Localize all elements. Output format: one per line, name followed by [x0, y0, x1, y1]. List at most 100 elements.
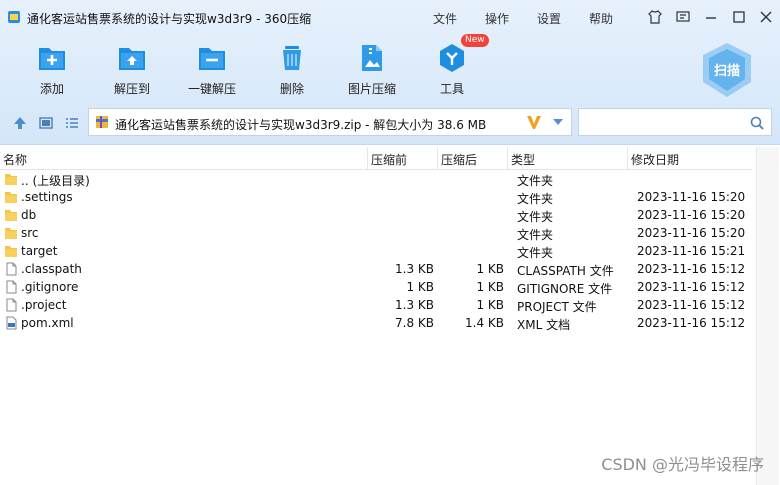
file-row[interactable]: pom.xml 7.8 KB 1.4 KB XML 文档 2023-11-16 15:1…	[0, 314, 752, 332]
file-icon	[4, 262, 18, 276]
column-divider[interactable]	[367, 147, 368, 169]
file-size-after: 1 KB	[476, 262, 504, 276]
file-type: CLASSPATH 文件	[517, 264, 614, 278]
file-row[interactable]: db 文件夹 2023-11-16 15:20	[0, 206, 752, 224]
column-divider[interactable]	[437, 147, 438, 169]
archive-path: 通化客运站售票系统的设计与实现w3d3r9.zip - 解包大小为 38.6 M…	[115, 118, 487, 132]
title-bar: 通化客运站售票系统的设计与实现w3d3r9 - 360压缩 文件 操作 设置 帮…	[0, 0, 780, 34]
scan-button[interactable]: 扫描	[698, 40, 756, 100]
file-name: pom.xml	[21, 316, 74, 330]
thumbnail-view-icon[interactable]	[38, 115, 54, 131]
watermark: CSDN @光冯毕设程序	[601, 455, 764, 474]
feedback-icon[interactable]	[675, 9, 691, 25]
column-compressed-after[interactable]: 压缩后	[441, 151, 477, 168]
file-type: PROJECT 文件	[517, 300, 597, 314]
add-button[interactable]: 添加	[21, 40, 83, 96]
file-size-after: 1 KB	[476, 280, 504, 294]
app-logo-icon	[7, 10, 21, 24]
file-name: .settings	[21, 190, 73, 204]
file-size-before: 1 KB	[406, 280, 434, 294]
vertical-scrollbar[interactable]	[756, 147, 779, 485]
delete-button[interactable]: 删除	[261, 40, 323, 96]
file-date: 2023-11-16 15:20	[637, 226, 746, 240]
list-view-icon[interactable]	[64, 115, 80, 131]
image-compress-button[interactable]: 图片压缩	[341, 40, 403, 96]
file-icon	[4, 280, 18, 294]
file-name: .gitignore	[21, 280, 79, 294]
file-name: src	[21, 226, 39, 240]
file-name: .project	[21, 298, 67, 312]
file-row[interactable]: .project 1.3 KB 1 KB PROJECT 文件 2023-11-16 1…	[0, 296, 752, 314]
file-row[interactable]: .gitignore 1 KB 1 KB GITIGNORE 文件 2023-11-16…	[0, 278, 752, 296]
file-row[interactable]: .classpath 1.3 KB 1 KB CLASSPATH 文件 2023-11-…	[0, 260, 752, 278]
file-date: 2023-11-16 15:12	[637, 262, 746, 276]
one-click-extract-icon	[196, 42, 228, 74]
file-type: 文件夹	[517, 192, 554, 206]
column-compressed-before[interactable]: 压缩前	[371, 151, 407, 168]
folder-icon	[4, 226, 18, 240]
header-band: 通化客运站售票系统的设计与实现w3d3r9 - 360压缩 文件 操作 设置 帮…	[0, 0, 780, 145]
file-name: .classpath	[21, 262, 82, 276]
file-date: 2023-11-16 15:12	[637, 316, 746, 330]
search-box[interactable]	[578, 108, 772, 136]
file-date: 2023-11-16 15:12	[637, 280, 746, 294]
column-name[interactable]: 名称	[3, 151, 27, 168]
file-list: .. (上级目录) 文件夹 .settings 文件夹 2023-11-16 15:20…	[0, 170, 752, 332]
new-badge: New	[461, 34, 489, 47]
recycle-bin-icon	[276, 42, 308, 74]
folder-icon	[4, 244, 18, 258]
tools-button[interactable]: New 工具	[421, 34, 489, 96]
file-date: 2023-11-16 15:20	[637, 190, 746, 204]
file-size-before: 7.8 KB	[395, 316, 434, 330]
file-date: 2023-11-16 15:12	[637, 298, 746, 312]
file-type: 文件夹	[517, 210, 554, 224]
file-type: 文件夹	[517, 228, 554, 242]
file-icon	[4, 298, 18, 312]
file-row[interactable]: .settings 文件夹 2023-11-16 15:20	[0, 188, 752, 206]
add-icon	[36, 42, 68, 74]
menu-operate[interactable]: 操作	[485, 10, 509, 27]
minimize-icon[interactable]	[703, 9, 719, 25]
column-divider[interactable]	[627, 147, 628, 169]
column-modified[interactable]: 修改日期	[631, 151, 679, 168]
skin-shirt-icon[interactable]	[647, 9, 663, 25]
search-input[interactable]	[583, 112, 747, 134]
extract-folder-icon	[116, 42, 148, 74]
360-v-logo-icon[interactable]	[525, 113, 543, 131]
menu-help[interactable]: 帮助	[589, 10, 613, 27]
menu-settings[interactable]: 设置	[537, 10, 561, 27]
file-date: 2023-11-16 15:21	[637, 244, 746, 258]
file-size-after: 1.4 KB	[465, 316, 504, 330]
file-row[interactable]: .. (上级目录) 文件夹	[0, 170, 752, 188]
file-name: .. (上级目录)	[21, 174, 90, 188]
chevron-down-icon[interactable]	[551, 115, 565, 129]
search-icon[interactable]	[749, 115, 765, 131]
tools-icon	[436, 42, 468, 74]
maximize-icon[interactable]	[731, 9, 747, 25]
one-click-extract-button[interactable]: 一键解压	[181, 40, 243, 96]
file-date: 2023-11-16 15:20	[637, 208, 746, 222]
file-type: XML 文档	[517, 318, 571, 332]
window-title: 通化客运站售票系统的设计与实现w3d3r9 - 360压缩	[27, 12, 312, 26]
folder-icon	[4, 190, 18, 204]
file-type: 文件夹	[517, 174, 554, 188]
image-compress-icon	[356, 42, 388, 74]
column-type[interactable]: 类型	[511, 151, 535, 168]
file-type: GITIGNORE 文件	[517, 282, 613, 296]
close-icon[interactable]	[758, 9, 774, 25]
app-window: 通化客运站售票系统的设计与实现w3d3r9 - 360压缩 文件 操作 设置 帮…	[0, 0, 780, 485]
zip-file-icon	[95, 115, 109, 129]
file-name: target	[21, 244, 58, 258]
file-size-before: 1.3 KB	[395, 262, 434, 276]
folder-icon	[4, 172, 18, 186]
file-name: db	[21, 208, 37, 222]
file-size-after: 1 KB	[476, 298, 504, 312]
column-divider[interactable]	[507, 147, 508, 169]
file-row[interactable]: src 文件夹 2023-11-16 15:20	[0, 224, 752, 242]
extract-to-button[interactable]: 解压到	[101, 40, 163, 96]
file-row[interactable]: target 文件夹 2023-11-16 15:21	[0, 242, 752, 260]
file-type: 文件夹	[517, 246, 554, 260]
menu-file[interactable]: 文件	[433, 10, 457, 27]
up-arrow-icon[interactable]	[12, 115, 28, 131]
address-bar[interactable]: 通化客运站售票系统的设计与实现w3d3r9.zip - 解包大小为 38.6 M…	[88, 108, 572, 136]
